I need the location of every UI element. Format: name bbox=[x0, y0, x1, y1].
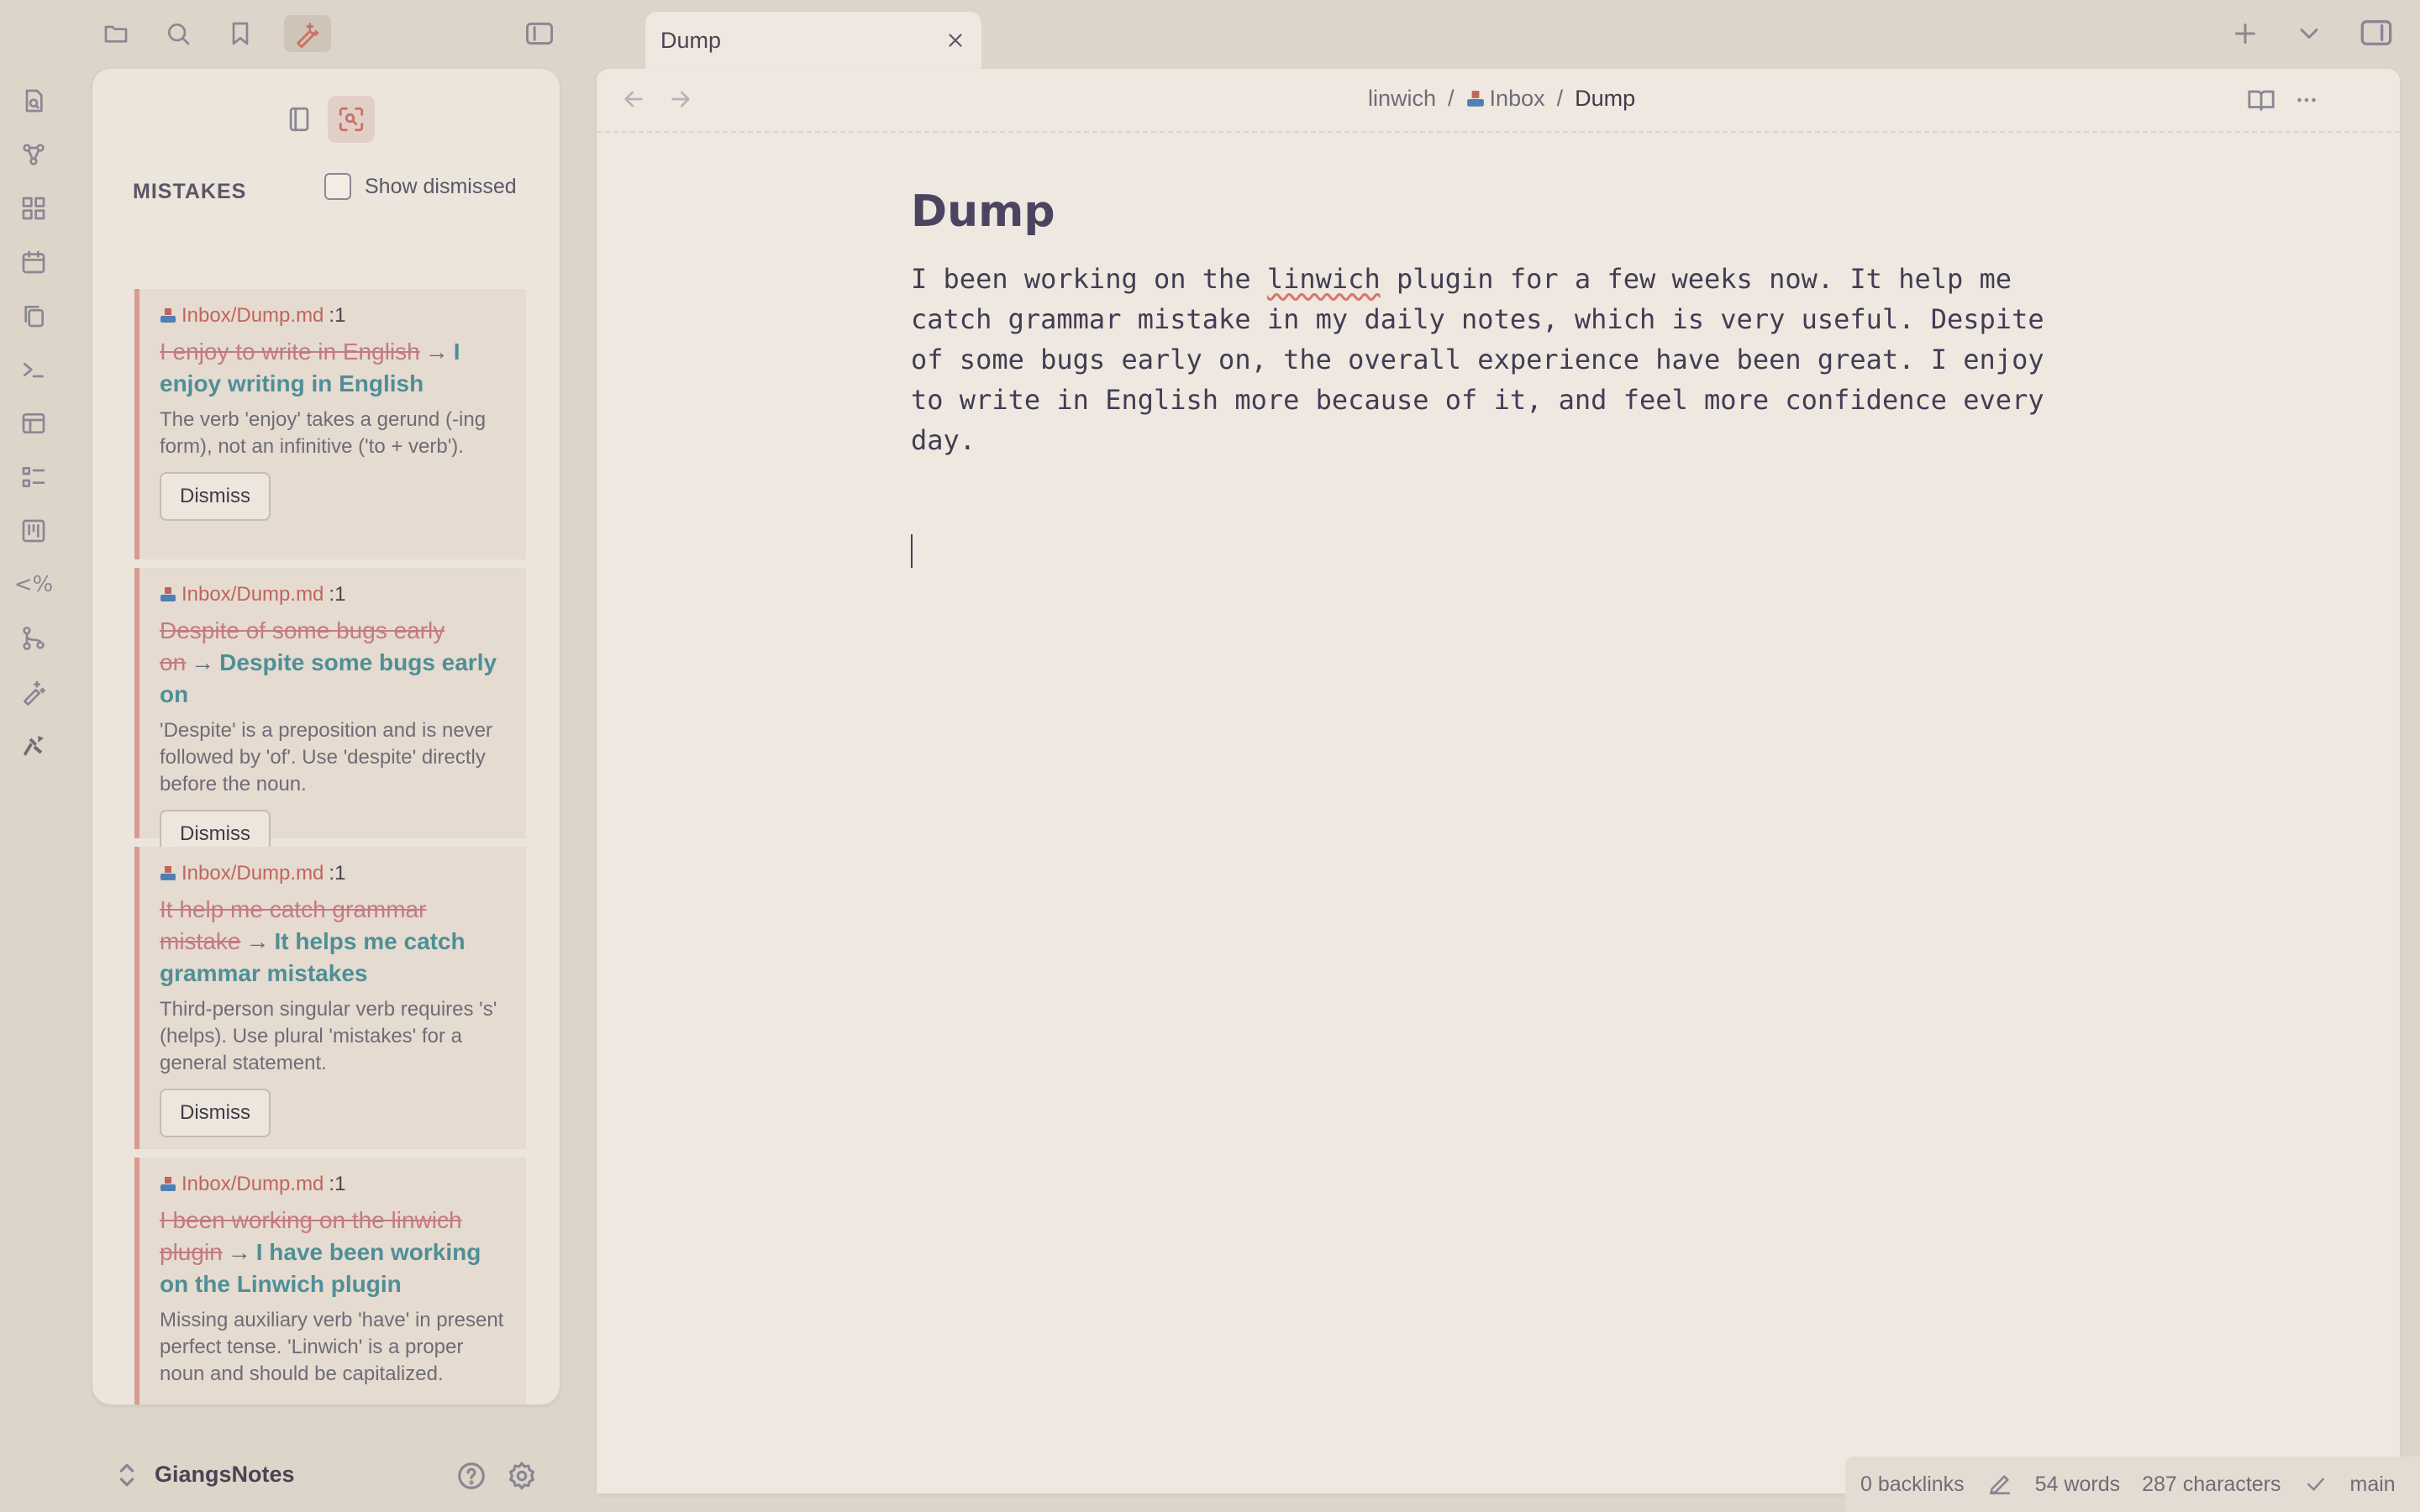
breadcrumb: linwich / Inbox / Dump bbox=[1368, 86, 1635, 112]
inbox-tray-icon bbox=[160, 308, 176, 323]
card-explanation: The verb 'enjoy' takes a gerund (-ing fo… bbox=[160, 408, 487, 458]
editor-header: linwich / Inbox / Dump bbox=[597, 69, 2400, 133]
card-change: It help me catch grammar mistake → It help… bbox=[160, 894, 506, 990]
sparkles-pen-icon[interactable] bbox=[17, 675, 50, 709]
card-explanation: Third-person singular verb requires 's' … bbox=[160, 998, 497, 1074]
file-search-icon[interactable] bbox=[17, 84, 50, 118]
arrow-right-icon: → bbox=[424, 339, 449, 365]
card-source-line: :1 bbox=[329, 583, 346, 606]
breadcrumb-folder-label: Inbox bbox=[1489, 86, 1545, 111]
arrow-right-icon[interactable] bbox=[667, 86, 694, 113]
tab-dump[interactable]: Dump bbox=[645, 12, 981, 69]
card-source-path: Inbox/Dump.md bbox=[182, 1173, 324, 1195]
arrow-right-icon: → bbox=[227, 1239, 251, 1265]
ribbon: <% bbox=[0, 67, 67, 773]
breadcrumb-separator: / bbox=[1556, 86, 1564, 111]
list-icon[interactable] bbox=[17, 460, 50, 494]
editor-pane: linwich / Inbox / Dump Dump I been worki… bbox=[597, 69, 2400, 1494]
tab-title: Dump bbox=[660, 27, 722, 53]
dismiss-button[interactable]: Dismiss bbox=[160, 472, 271, 521]
sidebar-toggle-icon[interactable] bbox=[521, 15, 558, 52]
graph-icon[interactable] bbox=[17, 138, 50, 171]
vault-name: GiangsNotes bbox=[155, 1462, 295, 1487]
character-count: 287 characters bbox=[2142, 1472, 2281, 1496]
show-dismissed-checkbox[interactable] bbox=[324, 173, 351, 200]
backlinks-count[interactable]: 0 backlinks bbox=[1860, 1473, 1965, 1497]
arrow-left-icon[interactable] bbox=[620, 86, 647, 113]
card-source-path: Inbox/Dump.md bbox=[182, 862, 324, 885]
breadcrumb-current: Dump bbox=[1575, 86, 1636, 111]
reading-view-icon[interactable] bbox=[2247, 86, 2275, 114]
mistake-card: Inbox/Dump.md:1 I been working on the li… bbox=[134, 1158, 526, 1404]
card-source-line: :1 bbox=[329, 304, 346, 327]
settings-icon[interactable] bbox=[506, 1460, 538, 1492]
search-icon[interactable] bbox=[160, 15, 197, 52]
pencil-icon[interactable] bbox=[1986, 1471, 2013, 1498]
check-icon bbox=[2307, 1478, 2324, 1491]
terminal-icon[interactable] bbox=[17, 353, 50, 386]
git-icon[interactable] bbox=[17, 622, 50, 655]
mistake-card: Inbox/Dump.md:1 Despite of some bugs ear… bbox=[134, 568, 526, 858]
arrow-right-icon: → bbox=[245, 928, 270, 954]
calendar-icon[interactable] bbox=[17, 245, 50, 279]
notebook-icon[interactable] bbox=[276, 96, 323, 143]
scan-text-icon[interactable] bbox=[328, 96, 375, 143]
linwich-pen-icon[interactable] bbox=[284, 15, 331, 52]
word-count: 54 words bbox=[2034, 1472, 2121, 1496]
breadcrumb-folder[interactable]: Inbox bbox=[1466, 86, 1545, 112]
breadcrumb-separator: / bbox=[1448, 86, 1455, 111]
text-caret bbox=[911, 534, 913, 568]
spellcheck-flagged-word[interactable]: linwich bbox=[1267, 263, 1381, 295]
copy-icon[interactable] bbox=[17, 299, 50, 333]
card-explanation: Missing auxiliary verb 'have' in present… bbox=[160, 1309, 504, 1385]
card-source[interactable]: Inbox/Dump.md:1 bbox=[160, 860, 506, 887]
folder-icon[interactable] bbox=[97, 15, 134, 52]
status-bar: 0 backlinks 54 words 287 characters main bbox=[1845, 1457, 2420, 1512]
card-original: I enjoy to write in English bbox=[160, 339, 420, 365]
linwich-icon[interactable] bbox=[17, 729, 50, 763]
chevrons-up-down-icon bbox=[119, 1463, 134, 1486]
mistakes-panel: MISTAKES Show dismissed Inbox/Dump.md:1 … bbox=[92, 69, 560, 1404]
inbox-tray-icon bbox=[160, 1177, 176, 1191]
card-source[interactable]: Inbox/Dump.md:1 bbox=[160, 1171, 506, 1198]
right-sidebar-toggle-icon[interactable] bbox=[2360, 17, 2393, 49]
inbox-tray-icon bbox=[1466, 90, 1484, 107]
inbox-tray-icon bbox=[160, 587, 176, 601]
note-text: I been working on the bbox=[911, 263, 1267, 295]
card-source[interactable]: Inbox/Dump.md:1 bbox=[160, 581, 506, 608]
more-options-icon[interactable] bbox=[2292, 86, 2321, 114]
git-branch[interactable]: main bbox=[2350, 1473, 2396, 1497]
canvas-icon[interactable] bbox=[17, 192, 50, 225]
vault-switcher[interactable]: GiangsNotes bbox=[118, 1462, 295, 1488]
card-source[interactable]: Inbox/Dump.md:1 bbox=[160, 302, 506, 329]
show-dismissed-label: Show dismissed bbox=[365, 174, 517, 198]
dismiss-button[interactable]: Dismiss bbox=[160, 1089, 271, 1137]
card-source-path: Inbox/Dump.md bbox=[182, 304, 324, 327]
mistake-card: Inbox/Dump.md:1 I enjoy to write in Engl… bbox=[134, 289, 526, 559]
mistakes-title: MISTAKES bbox=[133, 180, 247, 203]
close-icon[interactable] bbox=[944, 29, 966, 51]
help-icon[interactable] bbox=[455, 1460, 487, 1492]
mistake-card: Inbox/Dump.md:1 It help me catch grammar… bbox=[134, 847, 526, 1149]
card-change: Despite of some bugs early on → Despite so… bbox=[160, 615, 506, 711]
card-change: I enjoy to write in English → I enjoy writ… bbox=[160, 336, 506, 400]
card-source-line: :1 bbox=[329, 862, 346, 885]
card-source-path: Inbox/Dump.md bbox=[182, 583, 324, 606]
note-body[interactable]: I been working on the linwich plugin for… bbox=[911, 259, 2087, 460]
show-dismissed-toggle[interactable]: Show dismissed bbox=[324, 173, 517, 200]
note-title[interactable]: Dump bbox=[911, 186, 1055, 237]
arrow-right-icon: → bbox=[191, 649, 215, 675]
breadcrumb-root[interactable]: linwich bbox=[1368, 86, 1436, 112]
card-change: I been working on the linwich plugin → I h… bbox=[160, 1205, 506, 1300]
new-tab-icon[interactable] bbox=[2230, 18, 2260, 49]
chevron-down-icon[interactable] bbox=[2294, 18, 2324, 49]
template-icon[interactable]: <% bbox=[14, 568, 54, 601]
table-icon[interactable] bbox=[17, 407, 50, 440]
card-explanation: 'Despite' is a preposition and is never … bbox=[160, 719, 493, 795]
bookmark-icon[interactable] bbox=[222, 15, 259, 52]
kanban-icon[interactable] bbox=[17, 514, 50, 548]
mistakes-list: Inbox/Dump.md:1 I enjoy to write in Engl… bbox=[126, 218, 526, 1404]
inbox-tray-icon bbox=[160, 866, 176, 880]
card-source-line: :1 bbox=[329, 1173, 346, 1195]
